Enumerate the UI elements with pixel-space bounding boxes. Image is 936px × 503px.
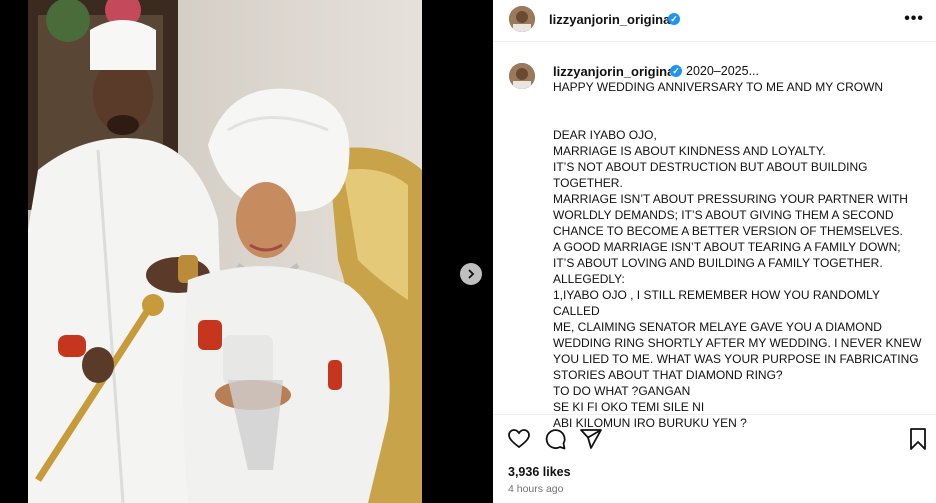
caption-avatar[interactable] <box>509 63 535 89</box>
caption-date-range: 2020–2025... <box>686 64 759 78</box>
caption-username[interactable]: lizzyanjorin_original <box>553 64 678 79</box>
verified-badge-icon: ✓ <box>670 65 682 77</box>
username[interactable]: lizzyanjorin_original <box>549 12 674 27</box>
left-margin <box>0 0 28 503</box>
divider-strip <box>422 0 493 503</box>
post-header: lizzyanjorin_original ✓ ••• <box>493 0 936 42</box>
avatar[interactable] <box>509 6 535 32</box>
verified-badge-icon: ✓ <box>668 13 680 25</box>
post-photo[interactable] <box>28 0 422 503</box>
share-icon[interactable] <box>579 427 603 451</box>
likes-count[interactable]: 3,936 likes <box>508 465 571 479</box>
avatar-image <box>509 6 535 32</box>
post-panel: lizzyanjorin_original ✓ ••• lizzyanjorin… <box>493 0 936 503</box>
heart-icon[interactable] <box>507 427 531 451</box>
more-options-icon[interactable]: ••• <box>904 10 924 28</box>
bookmark-icon[interactable] <box>906 427 930 451</box>
caption-text: HAPPY WEDDING ANNIVERSARY TO ME AND MY C… <box>553 80 922 430</box>
chevron-right-icon <box>468 269 475 279</box>
next-image-button[interactable] <box>460 263 482 285</box>
couple-photo-illustration <box>28 0 422 503</box>
action-bar <box>493 427 936 451</box>
comment-icon[interactable] <box>543 427 567 451</box>
post-time[interactable]: 4 hours ago <box>508 483 563 495</box>
actions-divider <box>493 414 936 415</box>
avatar-image <box>509 63 535 89</box>
